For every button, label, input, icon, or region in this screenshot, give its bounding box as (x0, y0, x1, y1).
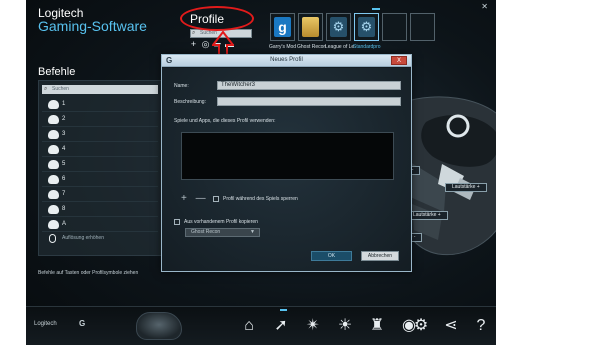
active-profile-indicator (372, 8, 380, 12)
commands-search-input[interactable]: ⌕ Suchen (42, 85, 158, 94)
cancel-button[interactable]: Abbrechen (361, 251, 399, 261)
mouse-outline-icon (49, 234, 56, 243)
gear-icon[interactable]: ⚙ (410, 315, 432, 337)
copy-profile-label: Aus vorhandenem Profil kopieren (184, 219, 258, 225)
mouse-icon (48, 115, 59, 124)
profile-slot-empty[interactable] (410, 13, 435, 41)
command-label: 5 (62, 161, 66, 167)
scan-icon[interactable]: ◎ (201, 40, 210, 49)
command-item[interactable]: 5 (42, 157, 158, 172)
new-profile-dialog: G Neues Profil X Name: TheWitcher3 Besch… (161, 54, 412, 272)
description-field[interactable] (217, 97, 401, 106)
commands-title: Befehle (38, 66, 76, 78)
profile-slot-ghost-recon[interactable]: Ghost Recon (297, 13, 326, 50)
commands-search-placeholder: Suchen (52, 86, 69, 92)
pointer-settings-icon[interactable]: ➚ (270, 309, 292, 337)
dialog-titlebar: G Neues Profil X (162, 55, 411, 67)
games-list[interactable] (181, 132, 394, 180)
command-label: 2 (62, 116, 66, 122)
device-mouse-icon[interactable] (136, 312, 182, 340)
dialog-body: Name: TheWitcher3 Beschreibung: Spiele u… (162, 68, 411, 271)
games-list-controls: + — (181, 193, 212, 204)
copy-source-select[interactable]: Ghost Recon ▼ (185, 228, 260, 237)
command-item[interactable]: 6 (42, 172, 158, 187)
mouse-icon (48, 100, 59, 109)
command-label: A (62, 221, 67, 227)
profile-slot-empty[interactable] (382, 13, 407, 41)
copy-source-value: Ghost Recon (191, 229, 221, 235)
command-label: Auflösung erhöhen (62, 235, 104, 241)
description-label: Beschreibung: (174, 99, 206, 105)
command-label: 3 (62, 131, 66, 137)
mouse-icon (48, 205, 59, 214)
mouse-icon (48, 130, 59, 139)
gmod-icon: g (274, 17, 291, 37)
annotation-ellipse (180, 6, 254, 31)
chevron-down-icon: ▼ (250, 229, 255, 235)
command-label: 4 (62, 146, 66, 152)
profile-slot-label: Standardpro (353, 44, 381, 50)
name-field[interactable]: TheWitcher3 (217, 81, 401, 90)
mouse-icon (48, 220, 59, 229)
command-label: 6 (62, 176, 66, 182)
feature-icons: ⌂ ➚ ✴ ☀ ♜ ◉ (238, 309, 420, 337)
close-icon[interactable]: ✕ (481, 2, 488, 11)
command-item[interactable]: 2 (42, 112, 158, 127)
assignment-label[interactable]: Lautstärke + (406, 211, 448, 220)
games-label: Spiele und Apps, die dieses Profil verwe… (174, 118, 276, 124)
sparkle-icon[interactable]: ✴ (302, 315, 324, 337)
logitech-g-logo: G (79, 319, 86, 328)
profile-slot-garrys-mod[interactable]: g Garry's Mod (269, 13, 296, 50)
command-item[interactable]: 1 (42, 97, 158, 112)
commands-panel: ⌕ Suchen 1 2 3 4 5 6 7 8 A Auflösung erh… (38, 80, 162, 256)
gear-icon: ⚙ (358, 17, 375, 37)
lightbulb-icon[interactable]: ☀ (334, 315, 356, 337)
mouse-icon (48, 190, 59, 199)
command-item[interactable]: 8 (42, 202, 158, 217)
add-game-button[interactable]: + (181, 193, 187, 204)
command-item[interactable]: 3 (42, 127, 158, 142)
ok-button[interactable]: OK (311, 251, 352, 261)
command-item-increase-dpi[interactable]: Auflösung erhöhen (42, 232, 158, 245)
brand-gaming-software: Gaming-Software (38, 18, 147, 34)
home-icon[interactable]: ⌂ (238, 315, 260, 337)
profile-slots: g Garry's Mod Ghost Recon ⚙ League of Le… (269, 13, 435, 50)
help-icon[interactable]: ? (470, 315, 492, 337)
gear-icon: ⚙ (330, 17, 347, 37)
share-icon[interactable]: ⋖ (440, 315, 462, 337)
mouse-icon (48, 175, 59, 184)
command-item[interactable]: 4 (42, 142, 158, 157)
dialog-title: Neues Profil (270, 57, 303, 63)
assignment-label[interactable]: Lautstärke + (445, 183, 487, 192)
lock-profile-checkbox[interactable] (213, 196, 219, 202)
profile-slot-league[interactable]: ⚙ League of Le (325, 13, 354, 50)
mouse-icon (48, 160, 59, 169)
search-icon: ⌕ (192, 30, 196, 36)
command-label: 1 (62, 101, 66, 107)
lock-profile-label: Profil während des Spiels sperren (223, 196, 298, 202)
copy-profile-checkbox[interactable] (174, 219, 180, 225)
bottom-toolbar: Logitech G ⌂ ➚ ✴ ☀ ♜ ◉ ⚙ ⋖ ? (26, 306, 496, 345)
tower-icon[interactable]: ♜ (366, 315, 388, 337)
command-item[interactable]: 7 (42, 187, 158, 202)
command-label: 7 (62, 191, 66, 197)
dialog-close-button[interactable]: X (391, 56, 407, 65)
name-label: Name: (174, 83, 189, 89)
mouse-icon (48, 145, 59, 154)
drag-hint: Befehle auf Tasten oder Profilsymbole zi… (38, 270, 139, 276)
settings-icons: ⚙ ⋖ ? (410, 315, 492, 337)
command-item[interactable]: A (42, 217, 158, 232)
search-icon: ⌕ (44, 86, 48, 92)
remove-game-button[interactable]: — (196, 193, 206, 204)
folder-icon (302, 17, 319, 37)
command-label: 8 (62, 206, 66, 212)
logitech-logo: Logitech (34, 321, 57, 327)
logitech-gaming-software-window: Logitech Gaming-Software ✕ Profile ⌕ Suc… (26, 0, 496, 345)
profile-slot-default[interactable]: ⚙ Standardpro (353, 13, 381, 50)
plus-icon[interactable]: + (189, 40, 198, 49)
